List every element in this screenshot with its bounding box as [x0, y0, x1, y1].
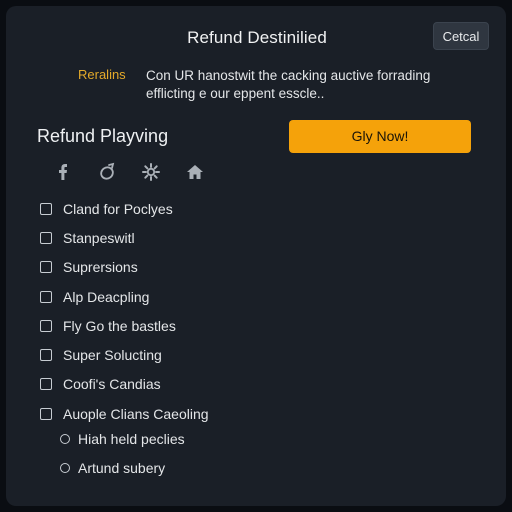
- list-item-label: Auople Clians Caeoling: [63, 405, 209, 422]
- home-icon[interactable]: [184, 161, 206, 183]
- apply-now-button[interactable]: Gly Now!: [289, 120, 471, 153]
- list-item[interactable]: Super Solucting: [40, 340, 340, 369]
- checkbox[interactable]: [40, 231, 52, 244]
- list-item[interactable]: Cland for Poclyes: [40, 194, 340, 223]
- dialog-title: Refund Destinilied: [187, 28, 327, 47]
- refund-dialog: Refund Destinilied Cetcal Reralins Con U…: [6, 6, 506, 506]
- radio-sub-list: Hiah held peclies Artund subery: [60, 424, 320, 483]
- checkbox[interactable]: [40, 349, 52, 362]
- cancel-button[interactable]: Cetcal: [433, 22, 489, 50]
- radio-option-label: Artund subery: [78, 460, 166, 477]
- radio-button[interactable]: [60, 433, 70, 444]
- list-item[interactable]: Alp Deacpling: [40, 282, 340, 311]
- list-item[interactable]: Coofi's Candias: [40, 370, 340, 399]
- list-item-label: Stanpeswitl: [63, 229, 135, 246]
- list-item[interactable]: Fly Go the bastles: [40, 311, 340, 340]
- checkbox[interactable]: [40, 319, 52, 332]
- checkbox[interactable]: [40, 290, 52, 303]
- settings-icon[interactable]: [140, 161, 162, 183]
- list-item-label: Alp Deacpling: [63, 288, 150, 305]
- checkbox[interactable]: [40, 202, 52, 215]
- radio-option[interactable]: Hiah held peclies: [60, 424, 320, 454]
- checkbox-list: Cland for Poclyes Stanpeswitl Suprersion…: [40, 194, 340, 428]
- list-item-label: Cland for Poclyes: [63, 200, 173, 217]
- list-item-label: Coofi's Candias: [63, 376, 161, 393]
- link-icon[interactable]: [96, 161, 118, 183]
- radio-option-label: Hiah held peclies: [78, 430, 185, 447]
- list-item-label: Fly Go the bastles: [63, 317, 176, 334]
- icon-toolbar: [52, 161, 206, 183]
- list-item-label: Suprersions: [63, 259, 138, 276]
- facebook-icon[interactable]: [52, 161, 74, 183]
- radio-button[interactable]: [60, 463, 70, 474]
- checkbox[interactable]: [40, 261, 52, 274]
- info-description: Con UR hanostwit the cacking auctive for…: [146, 68, 431, 101]
- info-label: Reralins: [78, 67, 126, 82]
- checkbox[interactable]: [40, 407, 52, 420]
- list-item-label: Super Solucting: [63, 347, 162, 364]
- radio-option[interactable]: Artund subery: [60, 454, 320, 484]
- list-item[interactable]: Stanpeswitl: [40, 223, 340, 252]
- section-title: Refund Playving: [37, 126, 169, 146]
- checkbox[interactable]: [40, 378, 52, 391]
- list-item[interactable]: Suprersions: [40, 253, 340, 282]
